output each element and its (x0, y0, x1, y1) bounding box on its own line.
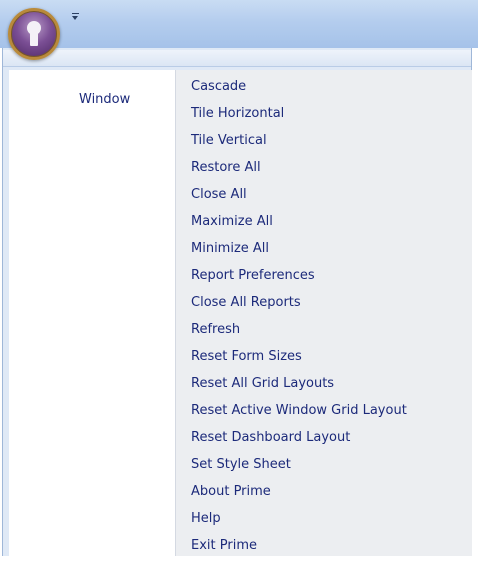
menu-item-cascade[interactable]: Cascade (176, 77, 472, 104)
menu-items-list: Cascade Tile Horizontal Tile Vertical Re… (176, 77, 472, 563)
menu-header-strip (3, 50, 471, 67)
menu-item-restore-all[interactable]: Restore All (176, 158, 472, 185)
menu-item-set-style-sheet[interactable]: Set Style Sheet (176, 455, 472, 482)
customize-quick-access-icon[interactable] (70, 12, 82, 24)
menu-items-pane: Cascade Tile Horizontal Tile Vertical Re… (176, 70, 472, 556)
application-button[interactable] (8, 8, 60, 60)
menu-item-tile-horizontal[interactable]: Tile Horizontal (176, 104, 472, 131)
menu-item-reset-form-sizes[interactable]: Reset Form Sizes (176, 347, 472, 374)
menu-item-minimize-all[interactable]: Minimize All (176, 239, 472, 266)
menu-item-exit-prime[interactable]: Exit Prime (176, 536, 472, 563)
menu-category-pane: Window (9, 70, 176, 556)
menu-item-close-all[interactable]: Close All (176, 185, 472, 212)
keyhole-icon (27, 21, 41, 46)
menu-item-maximize-all[interactable]: Maximize All (176, 212, 472, 239)
menu-item-help[interactable]: Help (176, 509, 472, 536)
menu-item-reset-active-window-grid-layout[interactable]: Reset Active Window Grid Layout (176, 401, 472, 428)
menu-item-report-preferences[interactable]: Report Preferences (176, 266, 472, 293)
title-bar (0, 0, 478, 48)
menu-item-about-prime[interactable]: About Prime (176, 482, 472, 509)
menu-item-reset-dashboard-layout[interactable]: Reset Dashboard Layout (176, 428, 472, 455)
menu-item-refresh[interactable]: Refresh (176, 320, 472, 347)
menu-item-tile-vertical[interactable]: Tile Vertical (176, 131, 472, 158)
menu-item-close-all-reports[interactable]: Close All Reports (176, 293, 472, 320)
menu-item-reset-all-grid-layouts[interactable]: Reset All Grid Layouts (176, 374, 472, 401)
menu-category-window[interactable]: Window (79, 92, 130, 107)
